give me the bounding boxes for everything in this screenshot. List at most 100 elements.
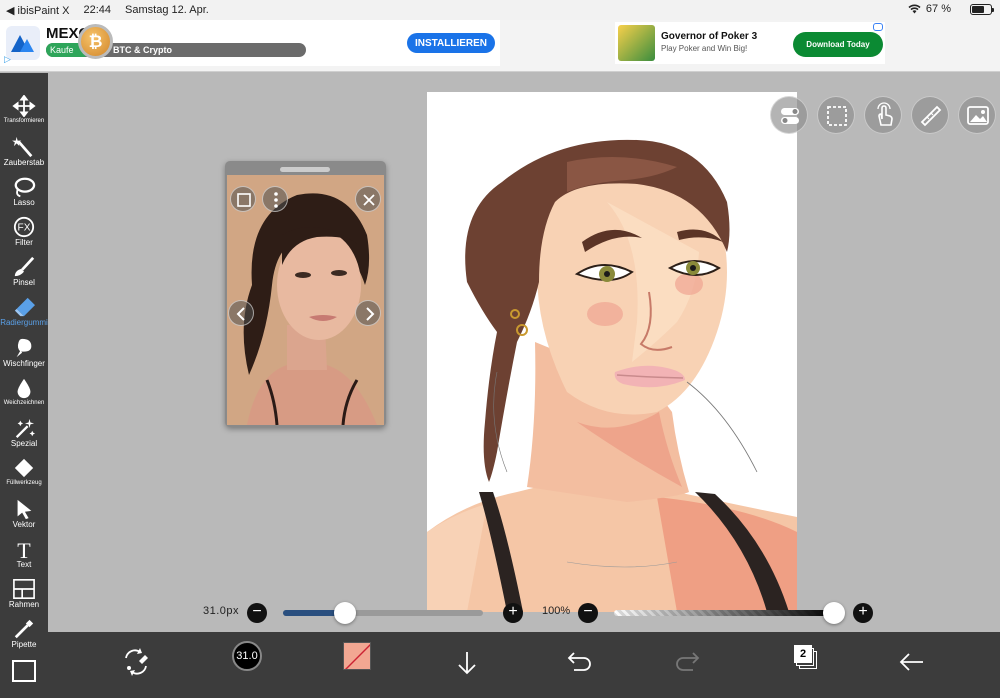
tool-eyedropper[interactable]: Pipette bbox=[0, 616, 48, 656]
tool-label: Pipette bbox=[11, 640, 37, 649]
battery-icon bbox=[970, 3, 994, 15]
opacity-decrease-button[interactable]: − bbox=[578, 603, 598, 623]
reference-menu-button[interactable] bbox=[262, 186, 288, 212]
swap-tool-icon bbox=[125, 648, 148, 676]
download-button[interactable]: Download Today bbox=[793, 32, 883, 57]
arrow-left-icon bbox=[899, 653, 923, 671]
color-swatch-button[interactable] bbox=[343, 642, 371, 670]
tool-fill[interactable]: Füllwerkzeug bbox=[0, 455, 48, 495]
eraser-icon bbox=[14, 297, 35, 317]
tool-frame[interactable]: Rahmen bbox=[0, 576, 48, 616]
adchoices-icon[interactable]: ▷ bbox=[4, 54, 11, 65]
fill-icon bbox=[14, 458, 34, 478]
tool-label: Wischfinger bbox=[3, 359, 45, 368]
chevron-left-icon bbox=[236, 307, 245, 321]
toggle-switch-icon bbox=[781, 108, 799, 124]
install-button[interactable]: INSTALLIEREN bbox=[407, 33, 495, 53]
brush-size-label: 31.0px bbox=[203, 605, 240, 617]
tool-label: Filter bbox=[15, 238, 33, 247]
bitcoin-icon: ₿ bbox=[78, 24, 113, 59]
back-button[interactable] bbox=[893, 644, 929, 680]
opacity-slider[interactable] bbox=[614, 610, 834, 616]
brush-size-knob[interactable] bbox=[334, 602, 356, 624]
tool-text[interactable]: T Text bbox=[0, 536, 48, 576]
ad-mexc[interactable]: MEXC Kaufe BTC & Crypto ₿ INSTALLIEREN ▷ bbox=[0, 20, 500, 66]
tool-brush[interactable]: Pinsel bbox=[0, 254, 48, 294]
image-icon bbox=[967, 106, 989, 125]
size-increase-button[interactable]: + bbox=[503, 603, 523, 623]
wifi-icon bbox=[908, 4, 921, 14]
status-time: 22:44 bbox=[83, 4, 112, 16]
selection-button[interactable] bbox=[817, 96, 855, 134]
tool-label: Vektor bbox=[12, 520, 36, 529]
tool-special[interactable]: Spezial bbox=[0, 415, 48, 455]
layer-count: 2 bbox=[794, 645, 812, 663]
status-bar: ◀ ibisPaint X 22:44 Samstag 12. Apr. 67 … bbox=[0, 0, 1000, 20]
redo-icon bbox=[676, 652, 700, 671]
ad-title: Governor of Poker 3 bbox=[661, 31, 758, 42]
reference-image-button[interactable] bbox=[958, 96, 996, 134]
reference-drag-handle[interactable] bbox=[280, 167, 330, 172]
text-icon: T bbox=[17, 538, 31, 560]
eyedropper-icon bbox=[14, 619, 34, 639]
tool-label: Rahmen bbox=[8, 600, 40, 609]
tool-smudge[interactable]: Wischfinger bbox=[0, 335, 48, 375]
tool-transform[interactable]: Transformieren bbox=[0, 93, 48, 133]
tool-lasso[interactable]: Lasso bbox=[0, 174, 48, 214]
tool-label: Text bbox=[16, 560, 32, 569]
more-vertical-icon bbox=[274, 192, 278, 208]
fx-glyph: FX bbox=[18, 223, 31, 234]
size-decrease-button[interactable]: − bbox=[247, 603, 267, 623]
reference-fit-button[interactable] bbox=[230, 186, 256, 212]
redo-button[interactable] bbox=[671, 644, 707, 680]
opacity-knob[interactable] bbox=[823, 602, 845, 624]
import-down-button[interactable] bbox=[449, 644, 485, 680]
undo-button[interactable] bbox=[560, 644, 596, 680]
fx-icon: FX bbox=[13, 216, 35, 238]
chevron-right-icon bbox=[366, 307, 375, 321]
poker-game-icon bbox=[618, 25, 655, 61]
blur-drop-icon bbox=[17, 378, 31, 399]
arrow-down-icon bbox=[458, 652, 476, 675]
frame-icon bbox=[13, 579, 35, 599]
tool-eraser[interactable]: Radiergummi bbox=[0, 294, 48, 334]
opacity-increase-button[interactable]: + bbox=[853, 603, 873, 623]
tool-magic-wand[interactable]: Zauberstab bbox=[0, 134, 48, 174]
bottom-toolbar: 31.0 2 bbox=[48, 632, 1000, 698]
brush-size-slider[interactable] bbox=[283, 610, 483, 616]
undo-icon bbox=[567, 652, 591, 671]
ad-info-icon[interactable] bbox=[873, 23, 883, 31]
reference-previous-button[interactable] bbox=[228, 300, 254, 326]
ad-subtitle: Play Poker and Win Big! bbox=[661, 44, 748, 53]
mexc-logo-icon bbox=[6, 26, 40, 60]
brush-size-badge[interactable]: 31.0 bbox=[232, 641, 262, 671]
tool-vector[interactable]: Vektor bbox=[0, 496, 48, 536]
ruler-button[interactable] bbox=[911, 96, 949, 134]
touch-button[interactable] bbox=[864, 96, 902, 134]
vector-cursor-icon bbox=[17, 499, 32, 520]
ad-governor-of-poker[interactable]: Governor of Poker 3 Play Poker and Win B… bbox=[615, 22, 885, 64]
tool-filter[interactable]: FX Filter bbox=[0, 214, 48, 254]
tool-label: Radiergummi bbox=[0, 318, 48, 327]
layers-button[interactable]: 2 bbox=[790, 643, 817, 669]
canvas-frame-icon[interactable] bbox=[12, 660, 36, 682]
brush-icon bbox=[14, 256, 35, 277]
lasso-icon bbox=[14, 177, 36, 198]
tool-label: Lasso bbox=[13, 198, 35, 207]
status-date: Samstag 12. Apr. bbox=[125, 4, 209, 16]
drawing-canvas[interactable] bbox=[427, 92, 797, 612]
tool-label: Spezial bbox=[10, 439, 38, 448]
reference-next-button[interactable] bbox=[355, 300, 381, 326]
tool-blur[interactable]: Weichzeichnen bbox=[0, 375, 48, 415]
reference-window[interactable] bbox=[225, 161, 386, 427]
back-to-app-link[interactable]: ◀ ibisPaint X bbox=[6, 4, 70, 17]
toggle-panel-button[interactable] bbox=[770, 96, 808, 134]
tool-sidebar: Transformieren Zauberstab Lasso FX Filte… bbox=[0, 73, 48, 698]
selection-rect-icon bbox=[827, 106, 847, 126]
touch-hand-icon bbox=[877, 102, 893, 126]
opacity-label: 100% bbox=[542, 605, 571, 617]
reference-close-button[interactable] bbox=[355, 186, 381, 212]
tool-switch-button[interactable] bbox=[118, 644, 154, 680]
ad-tagline-text: BTC & Crypto bbox=[113, 45, 172, 55]
square-icon bbox=[237, 193, 251, 207]
